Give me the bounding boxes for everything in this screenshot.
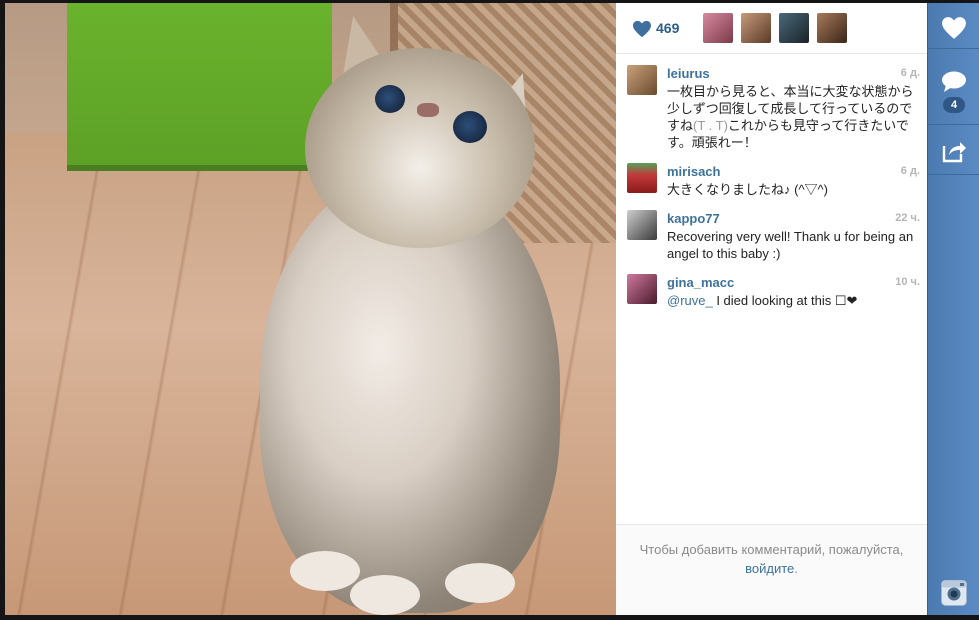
login-prompt: Чтобы добавить комментарий, пожалуйста, …: [616, 524, 927, 615]
heart-icon: [633, 20, 651, 38]
comment-username[interactable]: kappo77: [667, 211, 720, 226]
login-period: .: [794, 561, 798, 576]
share-icon: [942, 141, 966, 162]
comment-mention[interactable]: @ruve_: [667, 293, 713, 308]
action-sidebar: 4: [927, 3, 979, 615]
comment-username[interactable]: gina_macc: [667, 275, 734, 290]
comment-button[interactable]: 4: [928, 59, 979, 125]
comment-username[interactable]: mirisach: [667, 164, 720, 179]
comment-time[interactable]: 22 ч.: [895, 212, 920, 224]
photo-kitten-paw: [445, 563, 515, 603]
comment-item: kappo77 22 ч. Recovering very well! Than…: [616, 206, 927, 270]
avatar[interactable]: [627, 163, 657, 193]
share-button[interactable]: [928, 127, 979, 175]
liker-avatar[interactable]: [741, 13, 771, 43]
instagram-logo[interactable]: [928, 571, 979, 615]
photo-kitten-paw: [350, 575, 420, 615]
liker-avatar[interactable]: [779, 13, 809, 43]
avatar[interactable]: [627, 274, 657, 304]
login-prompt-text: Чтобы добавить комментарий, пожалуйста,: [639, 542, 904, 557]
comment-item: leiurus 6 д. 一枚目から見ると、本当に大変な状態から少しずつ回復して…: [616, 61, 927, 159]
comment-text: 大きくなりましたね♪ (^▽^): [667, 182, 828, 197]
comment-text: @ruve_ I died looking at this ☐❤: [667, 292, 919, 309]
comment-time[interactable]: 10 ч.: [895, 276, 920, 288]
comment-time[interactable]: 6 д.: [901, 165, 920, 177]
comments-panel: 469 leiurus 6 д. 一枚目から見ると、本当に大変な状態から少しずつ…: [616, 3, 927, 615]
avatar[interactable]: [627, 210, 657, 240]
comment-item: gina_macc 10 ч. @ruve_ I died looking at…: [616, 270, 927, 317]
comment-username[interactable]: leiurus: [667, 66, 710, 81]
comment-list: leiurus 6 д. 一枚目から見ると、本当に大変な状態から少しずつ回復して…: [616, 61, 927, 317]
photo-kitten-eye: [453, 111, 487, 143]
kitten-photo: [5, 3, 616, 615]
photo-kitten-eye: [375, 85, 405, 113]
likes-bar: 469: [616, 3, 927, 54]
photo-green-box: [67, 3, 332, 171]
comment-text-part: I died looking at this ☐❤: [712, 293, 858, 308]
like-button[interactable]: [928, 7, 979, 49]
photo-kitten-head: [305, 48, 535, 248]
liker-avatar[interactable]: [703, 13, 733, 43]
comment-text: Recovering very well! Thank u for being …: [667, 229, 914, 261]
comment-text-part: (T . T): [693, 118, 728, 133]
heart-icon: [942, 16, 966, 39]
speech-bubble-icon: [942, 71, 966, 92]
comment-item: mirisach 6 д. 大きくなりましたね♪ (^▽^): [616, 159, 927, 206]
comment-time[interactable]: 6 д.: [901, 67, 920, 79]
photo-viewer: 469 leiurus 6 д. 一枚目から見ると、本当に大変な状態から少しずつ…: [0, 0, 979, 620]
photo-kitten-nose: [417, 103, 439, 117]
photo-kitten-paw: [290, 551, 360, 591]
comment-count-badge: 4: [943, 96, 965, 113]
liker-avatar[interactable]: [817, 13, 847, 43]
avatar[interactable]: [627, 65, 657, 95]
comment-text: 一枚目から見ると、本当に大変な状態から少しずつ回復して成長して行っているのですね…: [667, 83, 919, 151]
likes-count[interactable]: 469: [656, 20, 679, 36]
camera-icon: [941, 580, 967, 606]
login-link[interactable]: войдите: [745, 561, 794, 576]
